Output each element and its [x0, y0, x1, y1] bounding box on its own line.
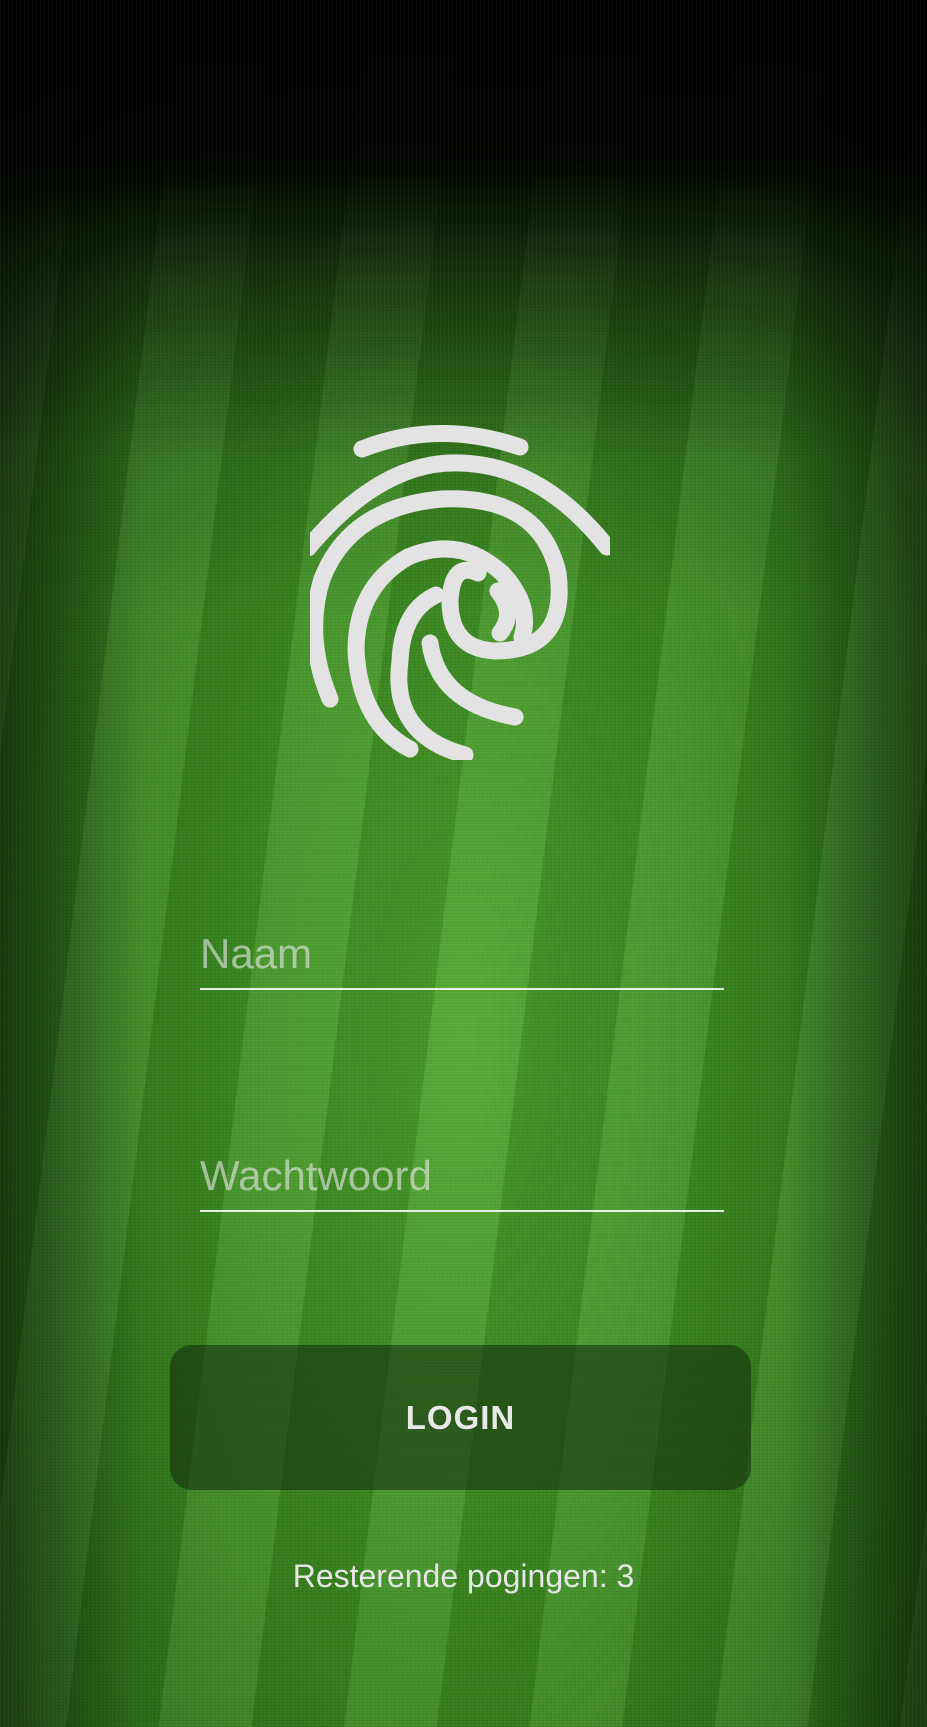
name-underline — [200, 988, 724, 990]
name-input[interactable] — [200, 920, 724, 988]
password-field[interactable] — [200, 1142, 724, 1212]
password-underline — [200, 1210, 724, 1212]
remaining-attempts-text: Resterende pogingen: 3 — [292, 1558, 635, 1594]
login-button[interactable]: LOGIN — [170, 1345, 751, 1490]
password-input[interactable] — [200, 1142, 724, 1210]
login-screen: LOGIN Resterende pogingen: 3 — [0, 0, 927, 1727]
fingerprint-icon[interactable] — [310, 425, 610, 760]
name-field[interactable] — [200, 920, 724, 990]
